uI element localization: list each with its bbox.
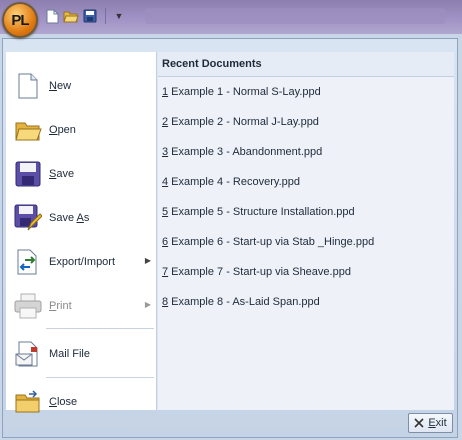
recent-document-item[interactable]: 3 Example 3 - Abandonment.ppd	[158, 137, 454, 167]
save-icon	[83, 9, 97, 23]
open-folder-icon	[14, 116, 42, 144]
menu-item-label: New	[49, 80, 72, 92]
save-as-icon	[14, 204, 42, 232]
close-icon	[414, 418, 424, 428]
menu-divider	[46, 328, 154, 329]
application-menu-button[interactable]: PL	[2, 2, 38, 38]
menu-item-save[interactable]: Save	[6, 152, 156, 196]
menu-item-mail-file[interactable]: Mail File	[6, 332, 156, 376]
new-document-icon	[46, 9, 58, 23]
chevron-down-icon: ▼	[114, 11, 124, 21]
qat-save-button[interactable]	[82, 8, 98, 24]
submenu-arrow-icon: ▶	[144, 300, 151, 309]
exit-button[interactable]: Exit	[408, 413, 453, 433]
menu-item-label: Export/Import	[49, 256, 116, 268]
qat-new-button[interactable]	[44, 8, 60, 24]
recent-document-item[interactable]: 4 Example 4 - Recovery.ppd	[158, 167, 454, 197]
menu-item-close[interactable]: Close	[6, 380, 156, 424]
qat-open-button[interactable]	[63, 8, 79, 24]
menu-item-print[interactable]: Print ▶	[6, 284, 156, 328]
menu-item-label: Save As	[49, 212, 90, 224]
recent-document-item[interactable]: 8 Example 8 - As-Laid Span.ppd	[158, 287, 454, 317]
exit-label: Exit	[428, 417, 447, 429]
recent-document-item[interactable]: 5 Example 5 - Structure Installation.ppd	[158, 197, 454, 227]
menu-commands-panel: New Open Save Save As Export/Import ▶ Pr…	[6, 52, 157, 413]
recent-document-item[interactable]: 6 Example 6 - Start-up via Stab _Hinge.p…	[158, 227, 454, 257]
menu-item-new[interactable]: New	[6, 64, 156, 108]
quick-access-toolbar: ▼	[44, 6, 125, 26]
menu-item-export-import[interactable]: Export/Import ▶	[6, 240, 156, 284]
recent-document-item[interactable]: 7 Example 7 - Start-up via Sheave.ppd	[158, 257, 454, 287]
menu-item-label: Open	[49, 124, 76, 136]
menu-divider	[46, 377, 154, 378]
qat-separator	[105, 8, 106, 24]
printer-icon	[14, 292, 42, 320]
window-title-blurred	[145, 8, 445, 24]
recent-documents-panel: Recent Documents 1 Example 1 - Normal S-…	[157, 52, 454, 410]
menu-item-label: Close	[49, 396, 78, 408]
menu-item-open[interactable]: Open	[6, 108, 156, 152]
menu-item-label: Print	[49, 300, 72, 312]
qat-customize-dropdown[interactable]: ▼	[113, 8, 125, 24]
new-document-icon	[14, 72, 42, 100]
recent-document-item[interactable]: 2 Example 2 - Normal J-Lay.ppd	[158, 107, 454, 137]
recent-document-item[interactable]: 1 Example 1 - Normal S-Lay.ppd	[158, 77, 454, 107]
menu-item-save-as[interactable]: Save As	[6, 196, 156, 240]
close-folder-icon	[14, 388, 42, 416]
export-import-icon	[14, 248, 42, 276]
mail-file-icon	[14, 340, 42, 368]
submenu-arrow-icon: ▶	[144, 256, 151, 265]
menu-item-label: Mail File	[49, 348, 90, 360]
application-menu: New Open Save Save As Export/Import ▶ Pr…	[2, 38, 458, 438]
app-logo-label: PL	[11, 11, 29, 29]
open-folder-icon	[63, 11, 79, 23]
menu-item-label: Save	[49, 168, 75, 180]
recent-documents-header: Recent Documents	[158, 52, 454, 77]
save-icon	[14, 160, 42, 188]
